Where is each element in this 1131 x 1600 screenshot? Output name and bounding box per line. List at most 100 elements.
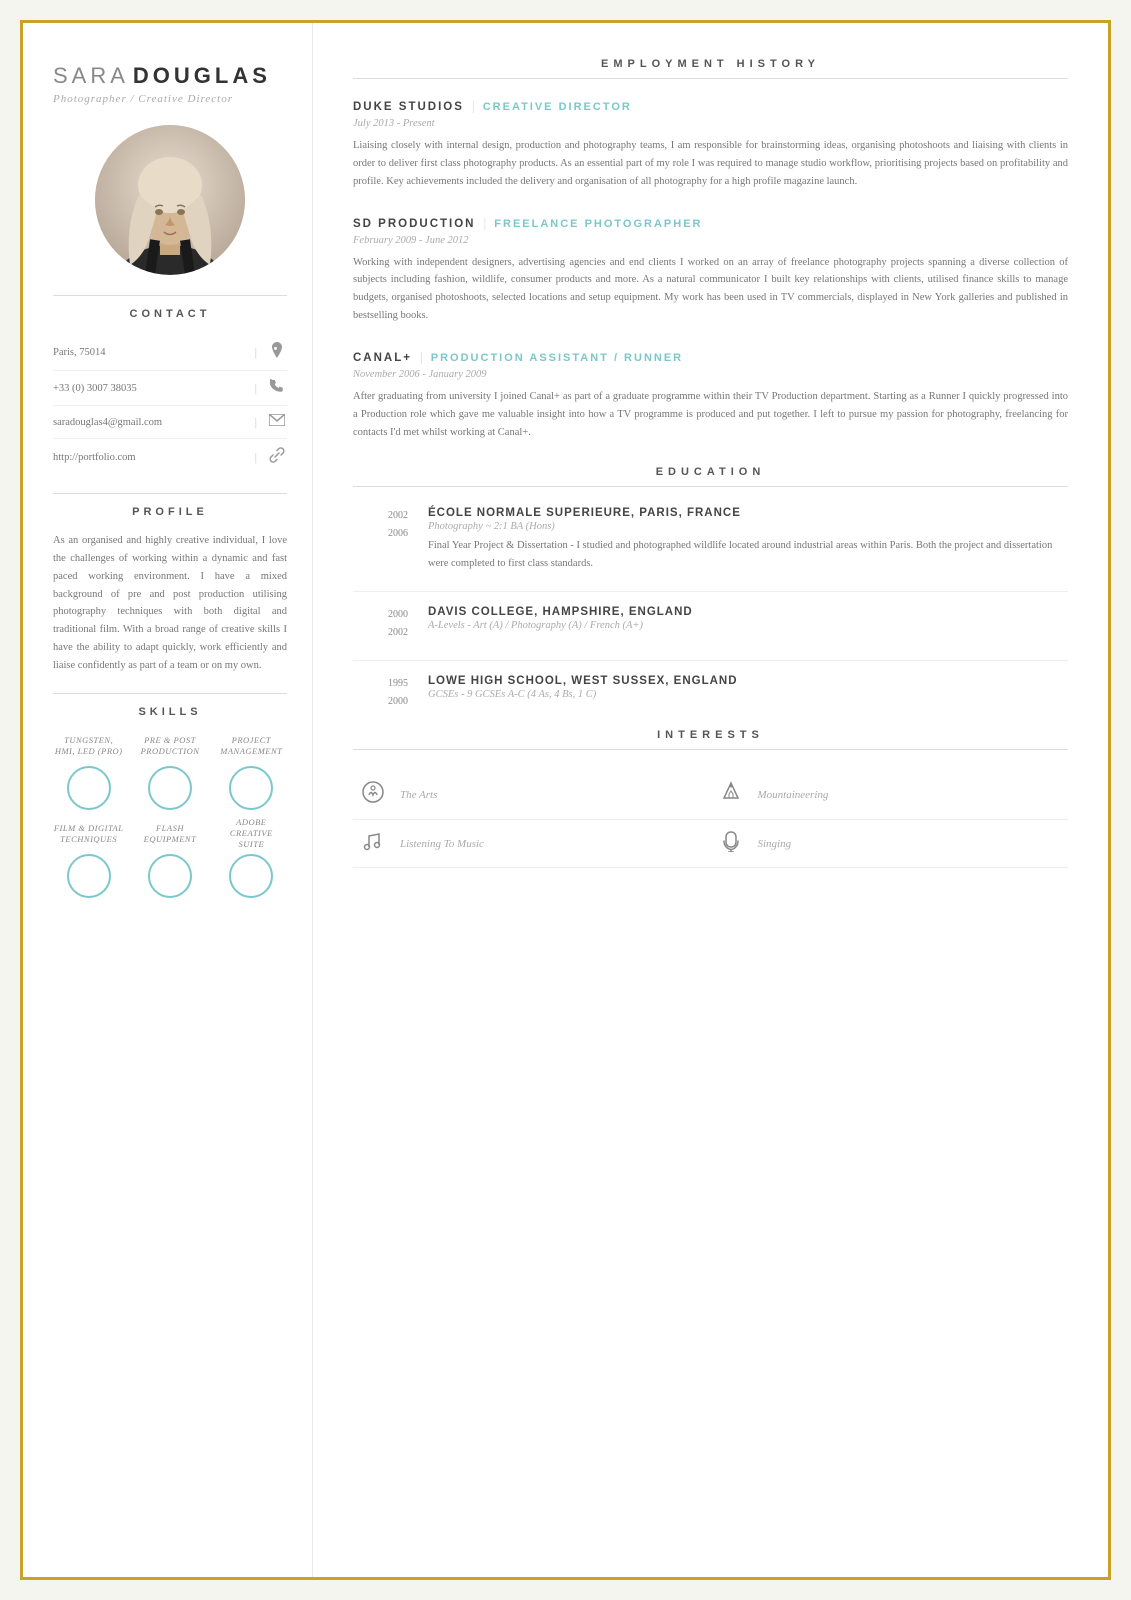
contact-email-text: saradouglas4@gmail.com xyxy=(53,417,245,428)
link-icon xyxy=(267,447,287,467)
edu-divider-1 xyxy=(353,591,1068,592)
interest-mountaineering-label: Mountaineering xyxy=(758,789,829,801)
employment-title: EMPLOYMENT HISTORY xyxy=(353,58,1068,70)
job-date-1: July 2013 - Present xyxy=(353,118,1068,129)
skill-label-5: FLASHEQUIPMENT xyxy=(144,820,197,848)
contact-website-text: http://portfolio.com xyxy=(53,452,245,463)
resume-page: SARA DOUGLAS Photographer / Creative Dir… xyxy=(20,20,1111,1580)
edu-years-3: 1995 2000 xyxy=(353,675,408,711)
profile-text: As an organised and highly creative indi… xyxy=(53,532,287,675)
job-entry-1: DUKE STUDIOS | CREATIVE DIRECTOR July 20… xyxy=(353,99,1068,191)
skill-circle-6 xyxy=(229,854,273,898)
divider-employment xyxy=(353,78,1068,79)
contact-phone-text: +33 (0) 3007 38035 xyxy=(53,383,245,394)
divider-interests xyxy=(353,749,1068,750)
contact-address-text: Paris, 75014 xyxy=(53,347,245,358)
skill-item-4: FILM & DIGITALTECHNIQUES xyxy=(53,820,124,898)
location-icon xyxy=(267,342,287,362)
edu-years-2: 2000 2002 xyxy=(353,606,408,642)
contact-address: Paris, 75014 | xyxy=(53,334,287,371)
skills-title: SKILLS xyxy=(53,706,287,718)
interest-arts-label: The Arts xyxy=(400,789,437,801)
skill-item-6: ADOBE CREATIVESUITE xyxy=(216,820,287,898)
edu-year-start-2: 2000 xyxy=(353,606,408,624)
edu-school-1: ÉCOLE NORMALE SUPERIEURE, Paris, France xyxy=(428,507,1068,519)
contact-list: Paris, 75014 | +33 (0) 3007 38035 | xyxy=(53,334,287,475)
subtitle: Photographer / Creative Director xyxy=(53,93,287,105)
skills-grid: TUNGSTEN,HMI, LED (PRO) PRE & POSTPRODUC… xyxy=(53,732,287,898)
skill-item-1: TUNGSTEN,HMI, LED (PRO) xyxy=(53,732,124,810)
skill-item-5: FLASHEQUIPMENT xyxy=(134,820,205,898)
edu-desc-1: Final Year Project & Dissertation - I st… xyxy=(428,537,1068,573)
photo-container xyxy=(53,125,287,275)
edu-degree-1: Photography ~ 2:1 BA (Hons) xyxy=(428,521,1068,532)
job-header-2: SD PRODUCTION | FREELANCE PHOTOGRAPHER xyxy=(353,216,1068,232)
interests-section: INTERESTS The Arts xyxy=(353,729,1068,868)
edu-year-end-1: 2006 xyxy=(353,525,408,543)
skill-label-3: PROJECTMANAGEMENT xyxy=(220,732,282,760)
job-title-3: PRODUCTION ASSISTANT / RUNNER xyxy=(431,352,683,364)
interest-singing: Singing xyxy=(711,820,1069,868)
skill-circle-1 xyxy=(67,766,111,810)
phone-icon xyxy=(267,379,287,397)
edu-entry-1: 2002 2006 ÉCOLE NORMALE SUPERIEURE, Pari… xyxy=(353,507,1068,573)
job-desc-1: Liaising closely with internal design, p… xyxy=(353,137,1068,191)
skill-circle-2 xyxy=(148,766,192,810)
skill-item-3: PROJECTMANAGEMENT xyxy=(216,732,287,810)
job-header-1: DUKE STUDIOS | CREATIVE DIRECTOR xyxy=(353,99,1068,115)
edu-content-2: DAVIS COLLEGE, Hampshire, England A-Leve… xyxy=(428,606,1068,642)
divider-profile xyxy=(53,493,287,494)
skill-circle-3 xyxy=(229,766,273,810)
skill-item-2: PRE & POSTPRODUCTION xyxy=(134,732,205,810)
name-section: SARA DOUGLAS Photographer / Creative Dir… xyxy=(53,63,287,105)
divider-skills xyxy=(53,693,287,694)
skill-label-6: ADOBE CREATIVESUITE xyxy=(216,820,287,848)
profile-photo xyxy=(95,125,245,275)
education-title: EDUCATION xyxy=(353,466,1068,478)
skill-label-1: TUNGSTEN,HMI, LED (PRO) xyxy=(55,732,123,760)
divider-contact xyxy=(53,295,287,296)
arts-icon xyxy=(358,780,388,809)
job-entry-3: CANAL+ | PRODUCTION ASSISTANT / RUNNER N… xyxy=(353,350,1068,442)
edu-year-end-3: 2000 xyxy=(353,693,408,711)
profile-title: PROFILE xyxy=(53,506,287,518)
skill-circle-5 xyxy=(148,854,192,898)
contact-phone: +33 (0) 3007 38035 | xyxy=(53,371,287,406)
music-icon xyxy=(358,831,388,856)
edu-degree-3: GCSEs - 9 GCSEs A-C (4 As, 4 Bs, 1 C) xyxy=(428,689,1068,700)
edu-content-1: ÉCOLE NORMALE SUPERIEURE, Paris, France … xyxy=(428,507,1068,573)
job-title-1: CREATIVE DIRECTOR xyxy=(483,101,632,113)
job-header-3: CANAL+ | PRODUCTION ASSISTANT / RUNNER xyxy=(353,350,1068,366)
edu-school-3: LOWE HIGH SCHOOL, West Sussex, England xyxy=(428,675,1068,687)
interest-music: Listening To Music xyxy=(353,820,711,868)
first-name: SARA xyxy=(53,63,129,88)
right-column: EMPLOYMENT HISTORY DUKE STUDIOS | CREATI… xyxy=(313,23,1108,1577)
edu-year-start-3: 1995 xyxy=(353,675,408,693)
job-date-3: November 2006 - January 2009 xyxy=(353,369,1068,380)
email-icon xyxy=(267,414,287,430)
edu-content-3: LOWE HIGH SCHOOL, West Sussex, England G… xyxy=(428,675,1068,711)
mountaineering-icon xyxy=(716,780,746,809)
edu-year-end-2: 2002 xyxy=(353,624,408,642)
job-company-3: CANAL+ xyxy=(353,352,412,364)
skill-circle-4 xyxy=(67,854,111,898)
contact-title: CONTACT xyxy=(53,308,287,320)
contact-email: saradouglas4@gmail.com | xyxy=(53,406,287,439)
skill-label-2: PRE & POSTPRODUCTION xyxy=(141,732,200,760)
interest-arts: The Arts xyxy=(353,770,711,820)
edu-school-2: DAVIS COLLEGE, Hampshire, England xyxy=(428,606,1068,618)
education-section: EDUCATION 2002 2006 ÉCOLE NORMALE SUPERI… xyxy=(353,466,1068,711)
edu-divider-2 xyxy=(353,660,1068,661)
interests-title: INTERESTS xyxy=(353,729,1068,741)
contact-website: http://portfolio.com | xyxy=(53,439,287,475)
singing-icon xyxy=(716,830,746,857)
last-name: DOUGLAS xyxy=(133,63,271,88)
interest-singing-label: Singing xyxy=(758,838,792,850)
job-company-2: SD PRODUCTION xyxy=(353,218,475,230)
job-company-1: DUKE STUDIOS xyxy=(353,101,464,113)
edu-entry-2: 2000 2002 DAVIS COLLEGE, Hampshire, Engl… xyxy=(353,606,1068,642)
job-desc-2: Working with independent designers, adve… xyxy=(353,254,1068,325)
edu-degree-2: A-Levels - Art (A) / Photography (A) / F… xyxy=(428,620,1068,631)
edu-year-start-1: 2002 xyxy=(353,507,408,525)
interest-mountaineering: Mountaineering xyxy=(711,770,1069,820)
